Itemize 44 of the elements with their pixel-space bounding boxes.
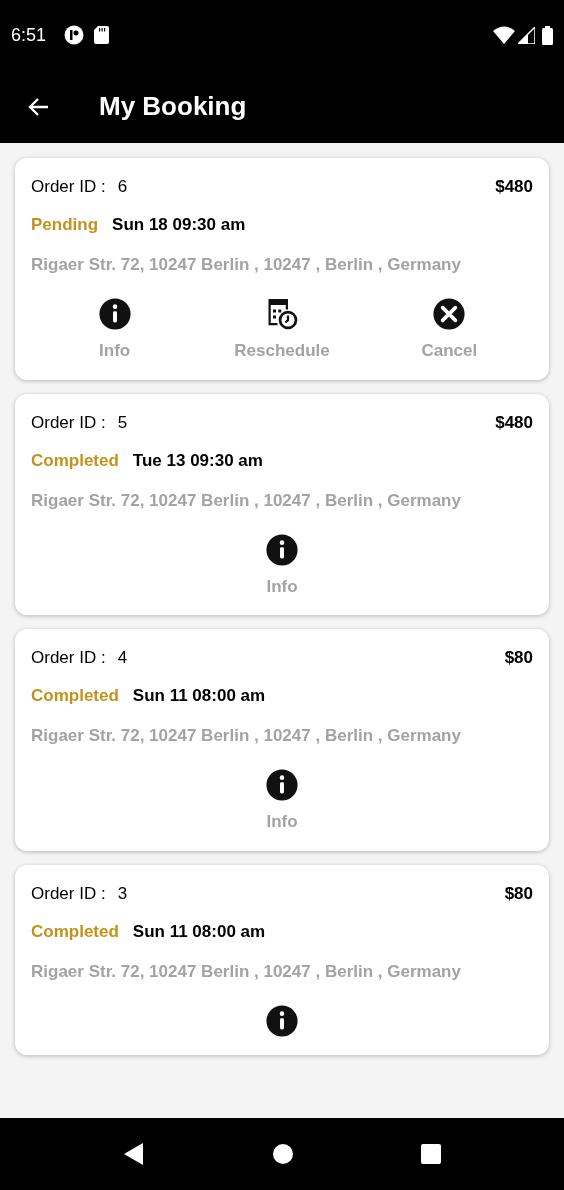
info-button[interactable]: Info [212, 767, 352, 835]
booking-date: Sun 11 08:00 am [132, 685, 266, 708]
price: $80 [504, 647, 533, 670]
info-button[interactable]: Info [44, 296, 185, 364]
cancel-button[interactable]: Cancel [379, 296, 520, 364]
booking-address: Rigaer Str. 72, 10247 Berlin , 10247 , Berlin , Germany [31, 489, 462, 510]
booking-date: Sun 11 08:00 am [132, 920, 266, 943]
nav-back-icon[interactable] [123, 1142, 146, 1166]
info-icon [265, 1003, 299, 1038]
booking-date: Sun 18 09:30 am [112, 214, 246, 237]
price: $480 [495, 176, 533, 199]
booking-address: Rigaer Str. 72, 10247 Berlin , 10247 , Berlin , Germany [31, 725, 462, 745]
booking-status: Pending [31, 214, 99, 237]
nav-home-icon[interactable] [272, 1143, 294, 1165]
reschedule-button[interactable]: Reschedule [212, 296, 352, 364]
order-id-label: Order ID : [31, 882, 106, 905]
info-icon [265, 768, 299, 802]
booking-address: Rigaer Str. 72, 10247 Berlin , 10247 , Berlin , Germany [31, 960, 462, 981]
battery-icon [542, 25, 553, 45]
order-id-label: Order ID : [31, 647, 106, 670]
order-id-label: Order ID : [31, 176, 106, 199]
close-icon [432, 297, 467, 331]
status-time: 6:51 [11, 23, 47, 47]
price: $80 [504, 882, 533, 905]
order-id: 5 [117, 411, 128, 434]
signal-icon [518, 26, 535, 44]
info-icon [97, 297, 132, 331]
info-button[interactable]: Info [212, 531, 352, 599]
booking-address: Rigaer Str. 72, 10247 Berlin , 10247 , Berlin , Germany [31, 254, 462, 274]
booking-status: Completed [31, 449, 119, 472]
price: $480 [495, 411, 533, 434]
booking-status: Completed [31, 685, 119, 708]
order-id: 4 [117, 647, 128, 670]
wifi-icon [493, 26, 515, 44]
booking-date: Tue 13 09:30 am [132, 449, 263, 472]
order-id: 6 [117, 176, 128, 199]
order-id-label: Order ID : [31, 411, 106, 434]
info-icon [265, 532, 299, 567]
page-title: My Booking [99, 90, 247, 123]
app-notification-icon [64, 25, 85, 45]
order-id: 3 [117, 882, 128, 905]
nav-recents-icon[interactable] [420, 1144, 441, 1164]
booking-status: Completed [31, 920, 119, 943]
sd-card-icon [94, 26, 110, 44]
